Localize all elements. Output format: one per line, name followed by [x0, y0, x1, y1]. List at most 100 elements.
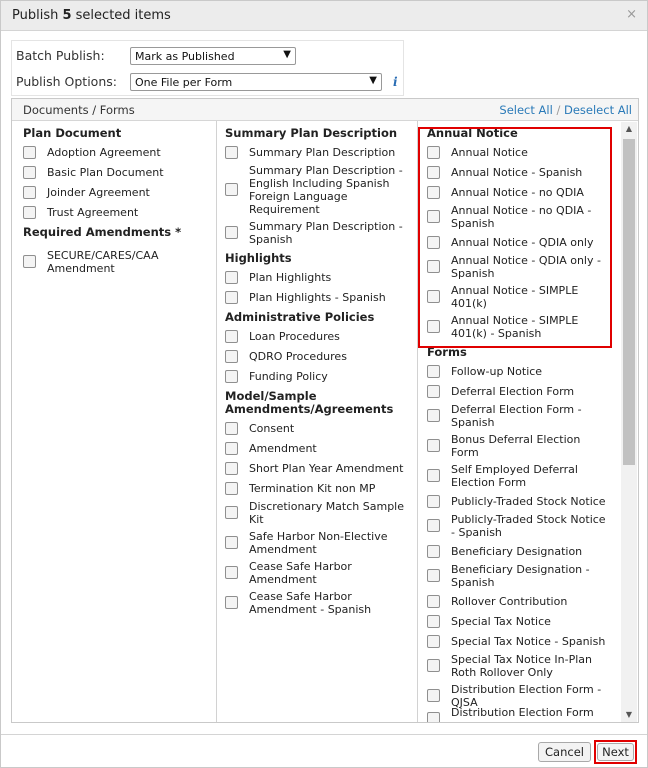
publish-options-select[interactable]: One File per Form ▼ — [130, 73, 382, 91]
checkbox-item[interactable]: Loan Procedures — [225, 330, 411, 343]
checkbox-item[interactable]: Termination Kit non MP — [225, 482, 411, 495]
checkbox[interactable] — [427, 659, 440, 672]
scroll-up-icon[interactable]: ▲ — [621, 122, 637, 136]
checkbox[interactable] — [23, 146, 36, 159]
checkbox[interactable] — [225, 370, 238, 383]
checkbox-item[interactable]: Special Tax Notice — [427, 615, 613, 628]
checkbox-item[interactable]: Cease Safe Harbor Amendment - Spanish — [225, 590, 411, 616]
checkbox[interactable] — [225, 442, 238, 455]
checkbox-item[interactable]: Annual Notice - QDIA only — [427, 236, 613, 249]
next-button[interactable]: Next — [597, 743, 634, 761]
checkbox[interactable] — [427, 365, 440, 378]
checkbox[interactable] — [427, 260, 440, 273]
checkbox-item[interactable]: Plan Highlights — [225, 271, 411, 284]
checkbox[interactable] — [225, 506, 238, 519]
checkbox-item[interactable]: SECURE/CARES/CAA Amendment — [23, 249, 209, 275]
checkbox[interactable] — [427, 615, 440, 628]
checkbox-item[interactable]: Annual Notice - no QDIA — [427, 186, 613, 199]
checkbox[interactable] — [427, 712, 440, 722]
checkbox[interactable] — [225, 291, 238, 304]
checkbox-item[interactable]: Self Employed Deferral Election Form — [427, 463, 613, 489]
checkbox[interactable] — [23, 166, 36, 179]
checkbox[interactable] — [427, 689, 440, 702]
checkbox[interactable] — [427, 495, 440, 508]
checkbox[interactable] — [23, 186, 36, 199]
checkbox[interactable] — [225, 482, 238, 495]
info-icon[interactable]: i — [393, 75, 398, 89]
checkbox-item[interactable]: Beneficiary Designation - Spanish — [427, 563, 613, 589]
checkbox-item[interactable]: Follow-up Notice — [427, 365, 613, 378]
cancel-button[interactable]: Cancel — [538, 742, 591, 762]
checkbox[interactable] — [427, 519, 440, 532]
checkbox-item[interactable]: QDRO Procedures — [225, 350, 411, 363]
checkbox[interactable] — [225, 350, 238, 363]
checkbox-item[interactable]: Trust Agreement — [23, 206, 209, 219]
checkbox[interactable] — [225, 146, 238, 159]
checkbox-item[interactable]: Annual Notice - QDIA only - Spanish — [427, 254, 613, 280]
checkbox[interactable] — [427, 385, 440, 398]
checkbox-item[interactable]: Special Tax Notice - Spanish — [427, 635, 613, 648]
checkbox[interactable] — [427, 595, 440, 608]
checkbox[interactable] — [427, 320, 440, 333]
checkbox-item[interactable]: Special Tax Notice In-Plan Roth Rollover… — [427, 653, 613, 679]
checkbox[interactable] — [427, 635, 440, 648]
checkbox-item[interactable]: Summary Plan Description - English Inclu… — [225, 164, 411, 216]
select-all-link[interactable]: Select All — [499, 103, 552, 117]
checkbox-item[interactable]: Publicly-Traded Stock Notice — [427, 495, 613, 508]
checkbox-item[interactable]: Adoption Agreement — [23, 146, 209, 159]
checkbox[interactable] — [427, 186, 440, 199]
checkbox-item[interactable]: Beneficiary Designation — [427, 545, 613, 558]
checkbox[interactable] — [225, 330, 238, 343]
batch-publish-select[interactable]: Mark as Published ▼ — [130, 47, 296, 65]
checkbox[interactable] — [225, 226, 238, 239]
checkbox[interactable] — [427, 146, 440, 159]
checkbox-item[interactable]: Annual Notice - Spanish — [427, 166, 613, 179]
checkbox[interactable] — [225, 462, 238, 475]
checkbox-item[interactable]: Annual Notice - SIMPLE 401(k) — [427, 284, 613, 310]
checkbox-item[interactable]: Summary Plan Description — [225, 146, 411, 159]
checkbox-item[interactable]: Basic Plan Document — [23, 166, 209, 179]
checkbox-item[interactable]: Rollover Contribution — [427, 595, 613, 608]
checkbox[interactable] — [427, 439, 440, 452]
checkbox-item[interactable]: Publicly-Traded Stock Notice - Spanish — [427, 513, 613, 539]
checkbox-item[interactable]: Plan Highlights - Spanish — [225, 291, 411, 304]
checkbox[interactable] — [427, 469, 440, 482]
checkbox-item[interactable]: Funding Policy — [225, 370, 411, 383]
checkbox[interactable] — [225, 271, 238, 284]
scroll-down-icon[interactable]: ▼ — [621, 708, 637, 722]
checkbox-item[interactable]: Bonus Deferral Election Form — [427, 433, 613, 459]
close-icon[interactable]: × — [626, 7, 637, 22]
scrollbar[interactable]: ▲ ▼ — [621, 122, 637, 722]
deselect-all-link[interactable]: Deselect All — [564, 103, 632, 117]
checkbox-item[interactable]: Consent — [225, 422, 411, 435]
checkbox-item[interactable]: Joinder Agreement — [23, 186, 209, 199]
checkbox[interactable] — [427, 236, 440, 249]
checkbox[interactable] — [23, 255, 36, 268]
checkbox-item[interactable]: Deferral Election Form — [427, 385, 613, 398]
checkbox-item[interactable]: Summary Plan Description - Spanish — [225, 220, 411, 246]
checkbox-item[interactable]: Safe Harbor Non-Elective Amendment — [225, 530, 411, 556]
checkbox[interactable] — [427, 569, 440, 582]
checkbox[interactable] — [427, 166, 440, 179]
checkbox[interactable] — [225, 596, 238, 609]
checkbox-item[interactable]: Deferral Election Form - Spanish — [427, 403, 613, 429]
column-notices-and-forms: Annual Notice Annual Notice Annual Notice … — [427, 121, 619, 722]
checkbox[interactable] — [427, 290, 440, 303]
checkbox-item[interactable]: Annual Notice - no QDIA - Spanish — [427, 204, 613, 230]
checkbox[interactable] — [225, 536, 238, 549]
checkbox[interactable] — [427, 210, 440, 223]
checkbox[interactable] — [23, 206, 36, 219]
checkbox[interactable] — [225, 566, 238, 579]
checkbox-item[interactable]: Amendment — [225, 442, 411, 455]
checkbox[interactable] — [225, 422, 238, 435]
checkbox[interactable] — [427, 545, 440, 558]
checkbox-item[interactable]: Distribution Election Form — [427, 706, 613, 722]
checkbox[interactable] — [427, 409, 440, 422]
checkbox-item[interactable]: Discretionary Match Sample Kit — [225, 500, 411, 526]
scrollbar-thumb[interactable] — [623, 139, 635, 465]
checkbox-item[interactable]: Cease Safe Harbor Amendment — [225, 560, 411, 586]
checkbox[interactable] — [225, 183, 238, 196]
checkbox-item[interactable]: Short Plan Year Amendment — [225, 462, 411, 475]
checkbox-item[interactable]: Annual Notice — [427, 146, 613, 159]
checkbox-item[interactable]: Annual Notice - SIMPLE 401(k) - Spanish — [427, 314, 613, 340]
